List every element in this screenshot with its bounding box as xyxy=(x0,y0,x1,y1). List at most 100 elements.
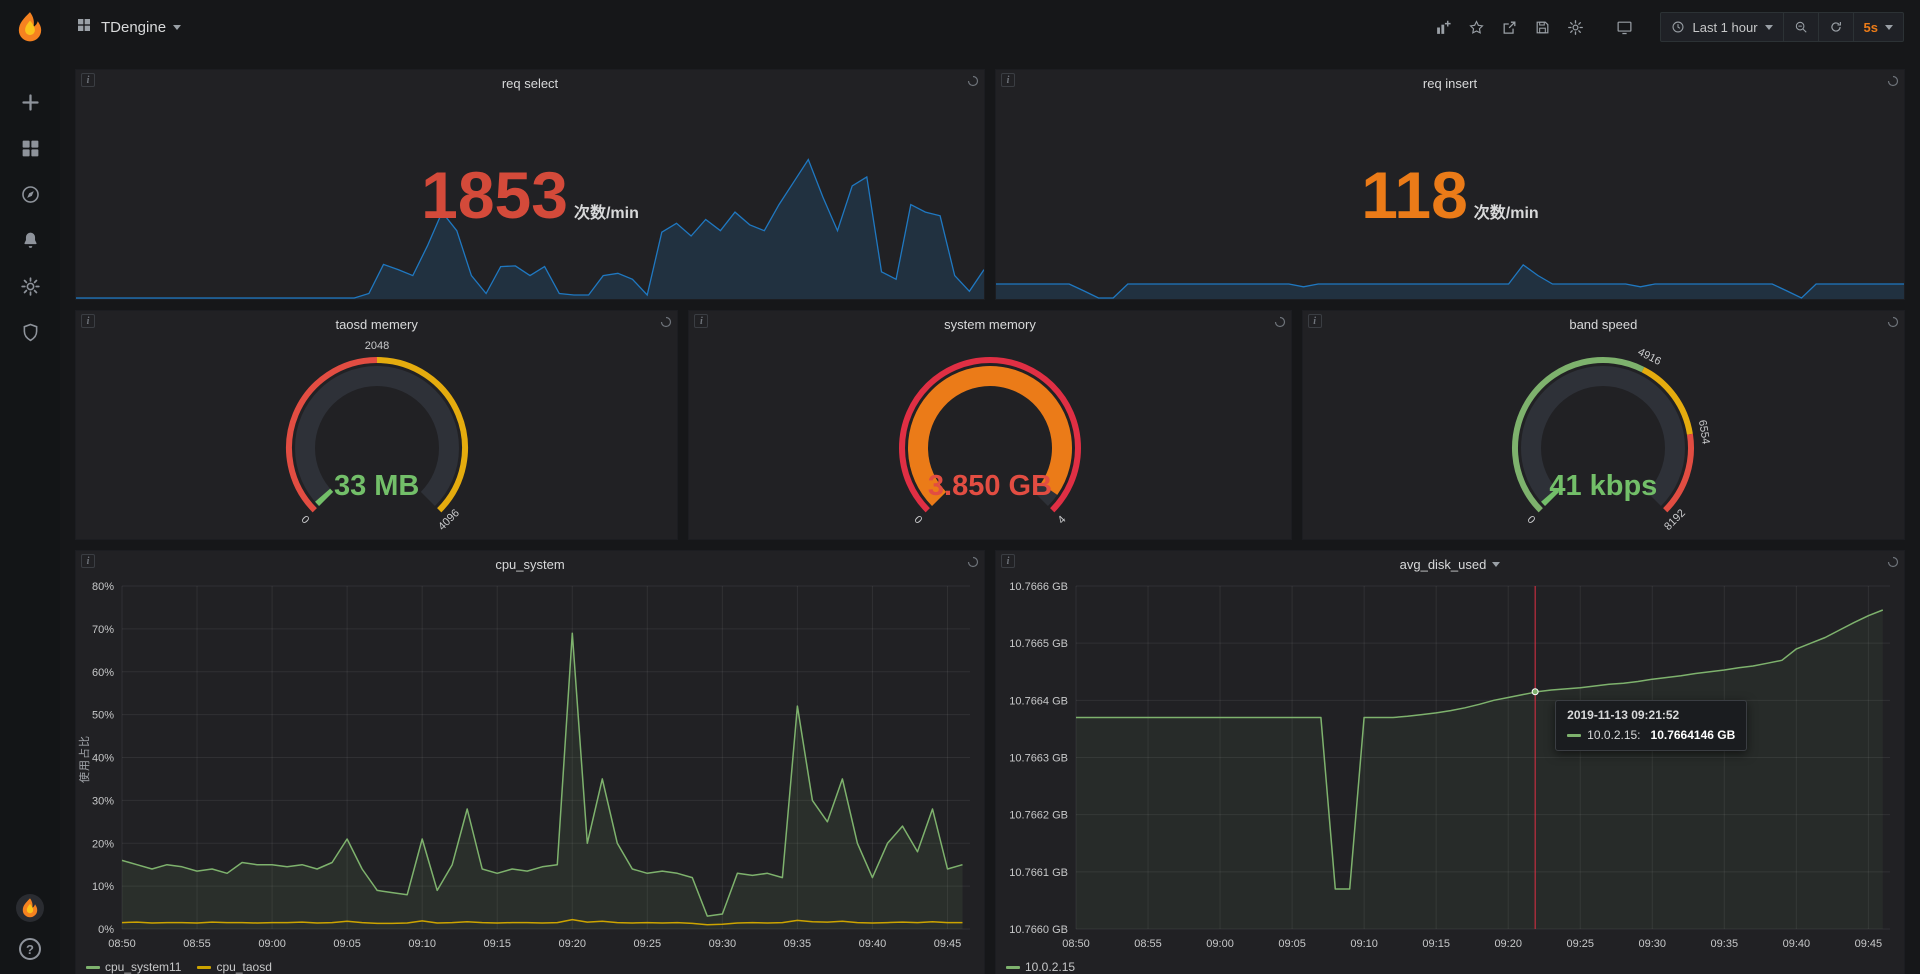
disk-line-chart[interactable]: 08:5008:5509:0009:0509:1009:1509:2009:25… xyxy=(996,578,1904,955)
svg-text:09:15: 09:15 xyxy=(483,938,511,950)
sidebar-nav xyxy=(18,90,42,344)
svg-text:2048: 2048 xyxy=(364,340,388,352)
svg-text:09:10: 09:10 xyxy=(408,938,436,950)
sidebar-item-configuration[interactable] xyxy=(18,274,42,298)
info-icon[interactable]: i xyxy=(1308,314,1322,328)
panel-title-avg-disk-used[interactable]: avg_disk_used xyxy=(996,551,1904,578)
panel-title-cpu-system[interactable]: cpu_system xyxy=(76,551,984,578)
sidebar-item-server-admin[interactable] xyxy=(18,320,42,344)
chevron-down-icon xyxy=(173,25,181,30)
cycle-view-button[interactable] xyxy=(1611,14,1638,41)
svg-text:0: 0 xyxy=(298,514,311,527)
panel-title-taosd-memory[interactable]: taosd memery xyxy=(76,311,677,338)
legend-label: cpu_system11 xyxy=(105,960,181,974)
save-button[interactable] xyxy=(1529,14,1556,41)
save-icon xyxy=(1534,19,1551,36)
refresh-interval-picker[interactable]: 5s xyxy=(1854,12,1904,42)
sidebar-bottom: ? xyxy=(16,894,44,960)
svg-text:09:45: 09:45 xyxy=(934,938,962,950)
monitor-icon xyxy=(1616,19,1633,36)
svg-text:10.7665 GB: 10.7665 GB xyxy=(1009,638,1068,650)
legend-item-cpu-taosd[interactable]: cpu_taosd xyxy=(197,960,271,974)
sidebar-item-create[interactable] xyxy=(18,90,42,114)
grafana-flame-icon xyxy=(13,10,47,44)
search-minus-icon xyxy=(1794,20,1808,34)
svg-text:40%: 40% xyxy=(92,753,114,765)
svg-text:6554: 6554 xyxy=(1696,419,1712,445)
info-icon[interactable]: i xyxy=(81,73,95,87)
panel-avg-disk-used: i avg_disk_used 08:5008:5509:0009:0509:1… xyxy=(995,550,1905,974)
add-panel-button[interactable] xyxy=(1430,14,1457,41)
panel-title-system-memory[interactable]: system memory xyxy=(689,311,1290,338)
svg-text:08:55: 08:55 xyxy=(1134,938,1162,950)
svg-text:0: 0 xyxy=(1525,514,1538,527)
info-icon[interactable]: i xyxy=(694,314,708,328)
dashboard-title[interactable]: TDengine xyxy=(101,19,181,36)
plus-icon xyxy=(20,92,41,113)
gauge-band-speed: 0491665548192 41 kbps xyxy=(1303,338,1904,539)
dashboard-settings-button[interactable] xyxy=(1562,14,1589,41)
panel-loading-spinner-icon xyxy=(967,555,979,573)
panel-title-req-select[interactable]: req select xyxy=(76,70,984,97)
star-button[interactable] xyxy=(1463,14,1490,41)
sidebar-item-alerting[interactable] xyxy=(18,228,42,252)
sidebar-item-explore[interactable] xyxy=(18,182,42,206)
help-icon[interactable]: ? xyxy=(19,938,41,960)
gauge-taosd-memory: 020484096 33 MB xyxy=(76,338,677,539)
info-icon[interactable]: i xyxy=(1001,554,1015,568)
svg-text:10.7666 GB: 10.7666 GB xyxy=(1009,581,1068,593)
panel-title-text: req insert xyxy=(1423,76,1477,91)
panel-title-text: system memory xyxy=(944,317,1036,332)
sparkline-chart xyxy=(76,154,984,299)
shield-icon xyxy=(20,322,41,343)
legend-label: cpu_taosd xyxy=(216,960,271,974)
zoom-out-time-button[interactable] xyxy=(1784,12,1819,42)
panel-taosd-memory: i taosd memery 020484096 33 MB xyxy=(75,310,678,540)
dashboard-grid-icon xyxy=(76,17,92,38)
time-range-picker[interactable]: Last 1 hour xyxy=(1660,12,1783,42)
svg-text:10.7661 GB: 10.7661 GB xyxy=(1009,867,1068,879)
sidebar: ? xyxy=(0,0,60,974)
gauge-chart: 020484096 xyxy=(227,338,527,538)
chevron-down-icon xyxy=(1765,25,1773,30)
sparkline-chart xyxy=(996,154,1904,299)
panel-title-band-speed[interactable]: band speed xyxy=(1303,311,1904,338)
legend-item-cpu-system11[interactable]: cpu_system11 xyxy=(86,960,181,974)
svg-text:09:10: 09:10 xyxy=(1350,938,1378,950)
svg-text:70%: 70% xyxy=(92,624,114,636)
user-avatar[interactable] xyxy=(16,894,44,922)
refresh-button[interactable] xyxy=(1819,12,1854,42)
info-icon[interactable]: i xyxy=(81,554,95,568)
refresh-interval-label: 5s xyxy=(1864,20,1878,35)
refresh-icon xyxy=(1829,20,1843,34)
grafana-logo[interactable] xyxy=(13,10,47,44)
panel-loading-spinner-icon xyxy=(1274,315,1286,333)
sidebar-item-dashboards[interactable] xyxy=(18,136,42,160)
chart-legend: 10.0.2.15 xyxy=(996,955,1904,974)
panel-band-speed: i band speed 0491665548192 41 kbps xyxy=(1302,310,1905,540)
panel-title-text: avg_disk_used xyxy=(1400,557,1487,572)
top-navbar: TDengine xyxy=(60,0,1920,54)
time-range-label: Last 1 hour xyxy=(1692,20,1757,35)
svg-text:10.7664 GB: 10.7664 GB xyxy=(1009,695,1068,707)
svg-text:20%: 20% xyxy=(92,838,114,850)
info-icon[interactable]: i xyxy=(81,314,95,328)
gauge-chart: 0491665548192 xyxy=(1453,338,1753,538)
cpu-line-chart[interactable]: 08:5008:5509:0009:0509:1009:1509:2009:25… xyxy=(76,578,984,955)
add-panel-icon xyxy=(1435,19,1452,36)
chart-legend: cpu_system11 cpu_taosd xyxy=(76,955,984,974)
svg-text:09:20: 09:20 xyxy=(558,938,586,950)
svg-text:09:40: 09:40 xyxy=(859,938,887,950)
panel-loading-spinner-icon xyxy=(1887,555,1899,573)
panel-loading-spinner-icon xyxy=(660,315,672,333)
svg-text:4: 4 xyxy=(1056,514,1069,527)
legend-item-10-0-2-15[interactable]: 10.0.2.15 xyxy=(1006,960,1075,974)
panel-title-text: taosd memery xyxy=(335,317,417,332)
svg-text:0: 0 xyxy=(912,514,925,527)
panel-title-req-insert[interactable]: req insert xyxy=(996,70,1904,97)
info-icon[interactable]: i xyxy=(1001,73,1015,87)
svg-text:60%: 60% xyxy=(92,667,114,679)
disk-chart-area: 08:5008:5509:0009:0509:1009:1509:2009:25… xyxy=(996,578,1904,955)
share-button[interactable] xyxy=(1496,14,1523,41)
explore-compass-icon xyxy=(20,184,41,205)
